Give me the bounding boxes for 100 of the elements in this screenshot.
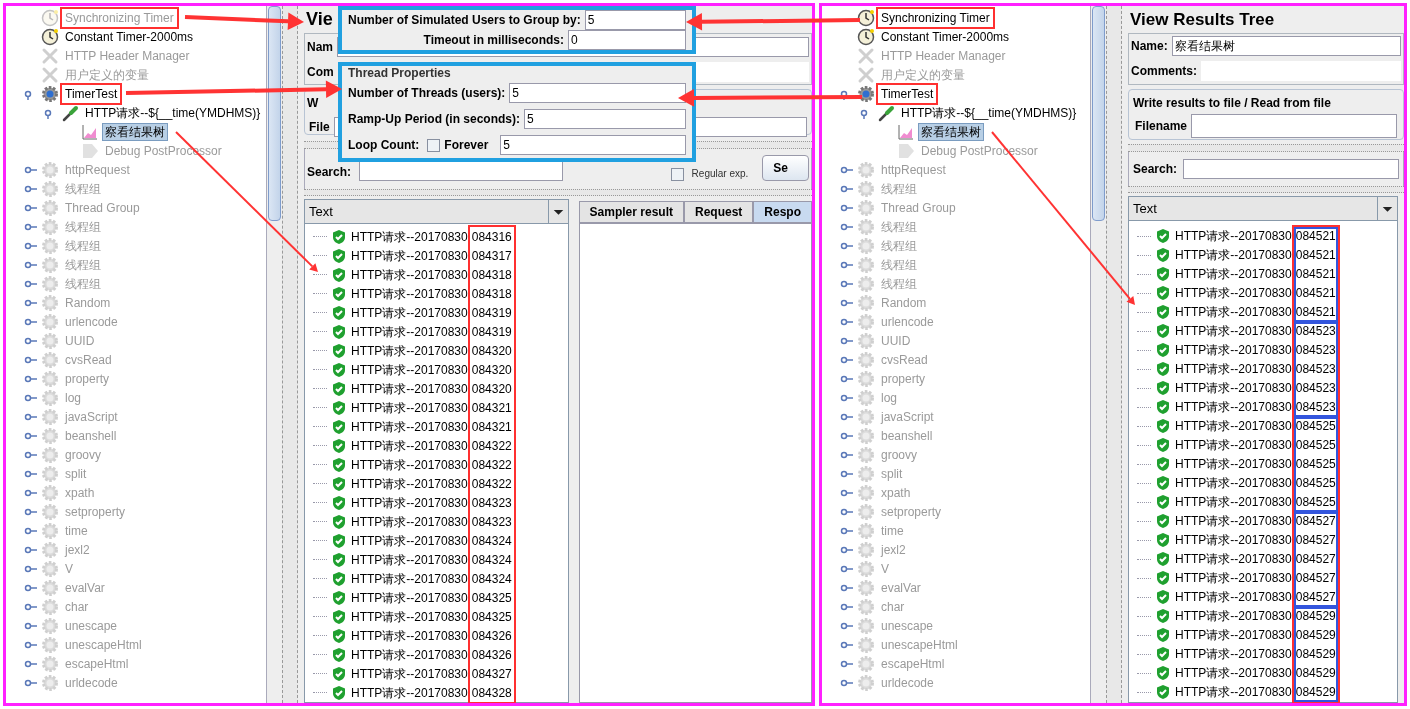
shield-check-icon [332,285,346,302]
result-item[interactable]: HTTP请求--20170830 [351,474,468,493]
result-item[interactable]: HTTP请求--20170830 [1175,341,1292,360]
timestamp-text: 084525 [1295,418,1336,436]
tree-item[interactable]: HTTP请求--${__time(YMDHMS)} [82,103,264,122]
checkbox[interactable] [670,167,684,181]
tree-item[interactable]: Constant Timer-2000ms [878,27,1013,46]
result-item[interactable]: HTTP请求--20170830 [351,664,468,683]
result-item[interactable]: HTTP请求--20170830 [351,284,468,303]
name-field[interactable]: 察看结果树 [1171,36,1401,57]
tree-item[interactable]: 察看结果树 [918,122,984,141]
splitter[interactable] [1106,6,1122,703]
gear-icon [41,654,59,673]
result-item[interactable]: HTTP请求--20170830 [351,436,468,455]
result-item[interactable]: HTTP请求--20170830 [1175,474,1292,493]
gear-icon [41,312,59,331]
result-item[interactable]: HTTP请求--20170830 [1175,455,1292,474]
result-item[interactable]: HTTP请求--20170830 [351,683,468,702]
timestamp-text: 084326 [471,627,512,645]
result-item[interactable]: HTTP请求--20170830 [351,341,468,360]
result-item[interactable]: HTTP请求--20170830 [351,550,468,569]
result-item[interactable]: HTTP请求--20170830 [1175,550,1292,569]
splitter[interactable] [1128,143,1404,152]
result-item[interactable]: HTTP请求--20170830 [1175,683,1292,702]
result-item[interactable]: HTTP请求--20170830 [1175,398,1292,417]
result-item[interactable]: HTTP请求--20170830 [351,227,468,246]
value-field[interactable]: 5 [500,135,686,155]
value-field[interactable]: 5 [509,83,686,103]
result-item[interactable]: HTTP请求--20170830 [1175,626,1292,645]
result-item[interactable]: HTTP请求--20170830 [351,645,468,664]
result-item[interactable]: HTTP请求--20170830 [1175,664,1292,683]
tree-item[interactable]: 察看结果树 [102,122,168,141]
group-label: Thread Properties [348,66,452,80]
scrollbar[interactable] [266,6,282,703]
result-item[interactable]: HTTP请求--20170830 [351,455,468,474]
search-button[interactable]: Se [762,154,809,181]
splitter[interactable] [282,6,298,703]
shield-check-icon [1156,513,1170,530]
result-item[interactable]: HTTP请求--20170830 [1175,322,1292,341]
gear-icon [857,255,875,274]
result-item[interactable]: HTTP请求--20170830 [351,303,468,322]
gear-icon [41,369,59,388]
result-item[interactable]: HTTP请求--20170830 [351,626,468,645]
timestamp-text: 084322 [471,437,512,455]
result-item[interactable]: HTTP请求--20170830 [351,588,468,607]
result-item[interactable]: HTTP请求--20170830 [351,360,468,379]
value-field[interactable]: 0 [568,30,686,50]
result-item[interactable]: HTTP请求--20170830 [1175,493,1292,512]
result-item[interactable]: HTTP请求--20170830 [351,417,468,436]
result-item[interactable]: HTTP请求--20170830 [1175,360,1292,379]
scrollbar[interactable] [1090,6,1106,703]
gear-icon [41,673,59,692]
result-item[interactable]: HTTP请求--20170830 [1175,303,1292,322]
result-item[interactable]: HTTP请求--20170830 [1175,227,1292,246]
result-item[interactable]: HTTP请求--20170830 [1175,607,1292,626]
result-item[interactable]: HTTP请求--20170830 [1175,246,1292,265]
result-item[interactable]: HTTP请求--20170830 [351,531,468,550]
result-item[interactable]: HTTP请求--20170830 [1175,569,1292,588]
tree-item[interactable]: Constant Timer-2000ms [62,27,197,46]
timestamp-text: 084325 [471,608,512,626]
timestamp-text: 084320 [471,342,512,360]
result-item[interactable]: HTTP请求--20170830 [1175,512,1292,531]
result-item[interactable]: HTTP请求--20170830 [351,398,468,417]
tree-item[interactable]: HTTP请求--${__time(YMDHMS)} [898,103,1080,122]
tab[interactable]: Sampler result [578,201,684,223]
result-item[interactable]: HTTP请求--20170830 [351,322,468,341]
result-item[interactable]: HTTP请求--20170830 [351,379,468,398]
gear-icon [41,426,59,445]
filename-field[interactable] [1191,114,1397,139]
result-item[interactable]: HTTP请求--20170830 [1175,265,1292,284]
field-label: Number of Simulated Users to Group by: [348,12,581,29]
checkbox[interactable] [427,138,441,152]
result-item[interactable]: HTTP请求--20170830 [1175,436,1292,455]
tab[interactable]: Request [683,201,754,223]
result-item[interactable]: HTTP请求--20170830 [351,246,468,265]
tab[interactable]: Respo [753,201,812,223]
field-label: Ramp-Up Period (in seconds): [348,111,520,128]
result-item[interactable]: HTTP请求--20170830 [1175,417,1292,436]
gear-icon [41,350,59,369]
tree-item[interactable]: Synchronizing Timer [878,8,993,27]
field-label: Com [307,63,334,81]
timestamp-text: 084328 [471,684,512,702]
tree-item[interactable]: TimerTest [878,84,937,103]
timestamp-text: 084523 [1295,361,1336,379]
value-field[interactable]: 5 [584,10,686,30]
tree-item[interactable]: TimerTest [62,84,121,103]
result-item[interactable]: HTTP请求--20170830 [1175,531,1292,550]
result-item[interactable]: HTTP请求--20170830 [1175,645,1292,664]
result-item[interactable]: HTTP请求--20170830 [351,569,468,588]
result-item[interactable]: HTTP请求--20170830 [351,607,468,626]
search-field[interactable] [1183,158,1399,179]
result-item[interactable]: HTTP请求--20170830 [1175,379,1292,398]
result-item[interactable]: HTTP请求--20170830 [1175,588,1292,607]
result-item[interactable]: HTTP请求--20170830 [1175,284,1292,303]
result-item[interactable]: HTTP请求--20170830 [351,265,468,284]
value-field[interactable]: 5 [524,109,686,129]
result-item[interactable]: HTTP请求--20170830 [351,493,468,512]
result-item[interactable]: HTTP请求--20170830 [351,512,468,531]
search-field[interactable] [359,160,563,181]
shield-check-icon [332,513,346,530]
